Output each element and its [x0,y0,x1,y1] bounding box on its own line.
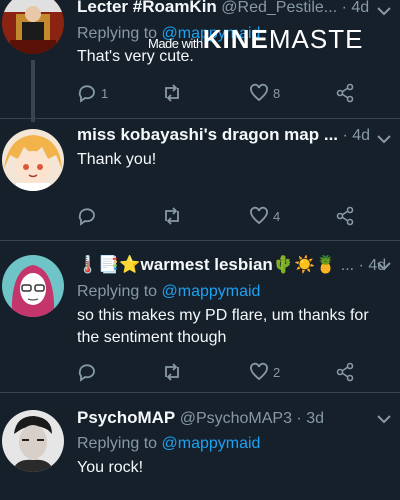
display-name[interactable]: Lecter #RoamKin [77,0,217,16]
watermark-brand-rest: MASTE [268,24,364,54]
like-button[interactable]: 2 [249,361,280,383]
tweet-4[interactable]: PsychoMAP @PsychoMAP3 · 3d Replying to @… [0,393,400,500]
share-icon [336,206,354,226]
display-name[interactable]: miss kobayashi's dragon map ... [77,125,338,144]
reply-button[interactable] [77,361,97,383]
time-separator: · [358,257,364,274]
tweet-text: You rock! [77,459,144,476]
share-icon [336,362,354,382]
like-count: 4 [273,208,281,224]
mention-link[interactable]: @mappymaid [162,435,261,452]
like-count: 8 [273,85,281,101]
share-button[interactable] [335,361,355,383]
avatar[interactable] [2,0,64,54]
chevron-down-icon[interactable] [374,410,394,428]
avatar[interactable] [2,410,64,472]
tweet-header: miss kobayashi's dragon map ... · 4d [77,125,392,149]
tweet-actions: 2 [77,361,377,383]
tweet-1[interactable]: Lecter #RoamKin @Red_Pestile... · 4d Rep… [0,0,400,122]
display-name[interactable]: warmest lesbian [141,255,273,274]
reply-icon [78,208,95,226]
retweet-button[interactable] [161,205,183,227]
name-emoji-suffix: 🌵☀️🍍 [272,255,337,274]
like-button[interactable]: 4 [249,205,280,227]
time-separator: · [291,410,307,427]
heart-icon [250,83,268,102]
watermark-brand-bold: KINE [202,24,269,54]
username[interactable]: ... [341,257,354,274]
like-button[interactable]: 8 [249,82,280,104]
retweet-button[interactable] [161,82,183,104]
retweet-icon [165,84,179,102]
heart-icon [250,206,268,225]
avatar-image [2,0,64,54]
time-separator: · [341,0,352,16]
tweet-actions: 4 [77,205,377,227]
heart-icon [250,362,268,381]
mention-link[interactable]: @mappymaid [162,283,261,300]
chevron-down-icon[interactable] [374,2,394,20]
watermark: Made withKINEMASTE [148,24,363,55]
retweet-icon [165,363,179,381]
chevron-down-icon[interactable] [374,130,394,148]
watermark-prefix: Made with [148,36,203,51]
tweet-header: 🌡️📑⭐warmest lesbian🌵☀️🍍 ... · 4d [77,255,392,279]
thread-line [31,60,35,122]
retweet-icon [165,207,179,225]
reply-button[interactable] [77,205,97,227]
share-icon [336,83,354,103]
name-star-emoji: ⭐ [119,255,141,274]
tweet-actions: 1 8 [77,82,377,104]
share-button[interactable] [335,205,355,227]
tweet-text: Thank you! [77,151,157,168]
reply-icon [78,85,95,103]
name-emoji-prefix: 🌡️📑 [77,255,120,274]
replying-to: Replying to @mappymaid [77,435,260,453]
time-separator: · [342,127,353,144]
retweet-button[interactable] [161,361,183,383]
username[interactable]: @PsychoMAP3 [180,410,292,427]
tweet-2[interactable]: miss kobayashi's dragon map ... · 4d Tha… [0,119,400,239]
timestamp[interactable]: 3d [306,410,324,427]
reply-button[interactable]: 1 [77,82,108,104]
chevron-down-icon[interactable] [374,257,394,275]
replying-to: Replying to @mappymaid [77,283,260,301]
share-button[interactable] [335,82,355,104]
replying-to-label: Replying to [77,435,162,452]
timestamp[interactable]: 4d [351,0,369,16]
reply-icon [78,364,95,382]
tweet-3[interactable]: 🌡️📑⭐warmest lesbian🌵☀️🍍 ... · 4d Replyin… [0,241,400,401]
avatar-image [2,129,64,191]
tweet-text: so this makes my PD flare, um thanks for… [77,307,369,346]
reply-count: 1 [101,85,109,101]
avatar-image [2,410,64,472]
replying-to-label: Replying to [77,283,162,300]
like-count: 2 [273,364,281,380]
avatar[interactable] [2,129,64,191]
timestamp[interactable]: 4d [352,127,370,144]
tweet-header: PsychoMAP @PsychoMAP3 · 3d [77,408,392,432]
avatar[interactable] [2,255,64,317]
tweet-header: Lecter #RoamKin @Red_Pestile... · 4d [77,0,392,21]
display-name[interactable]: PsychoMAP [77,408,175,427]
username[interactable]: @Red_Pestile... [221,0,337,16]
avatar-image [2,255,64,317]
